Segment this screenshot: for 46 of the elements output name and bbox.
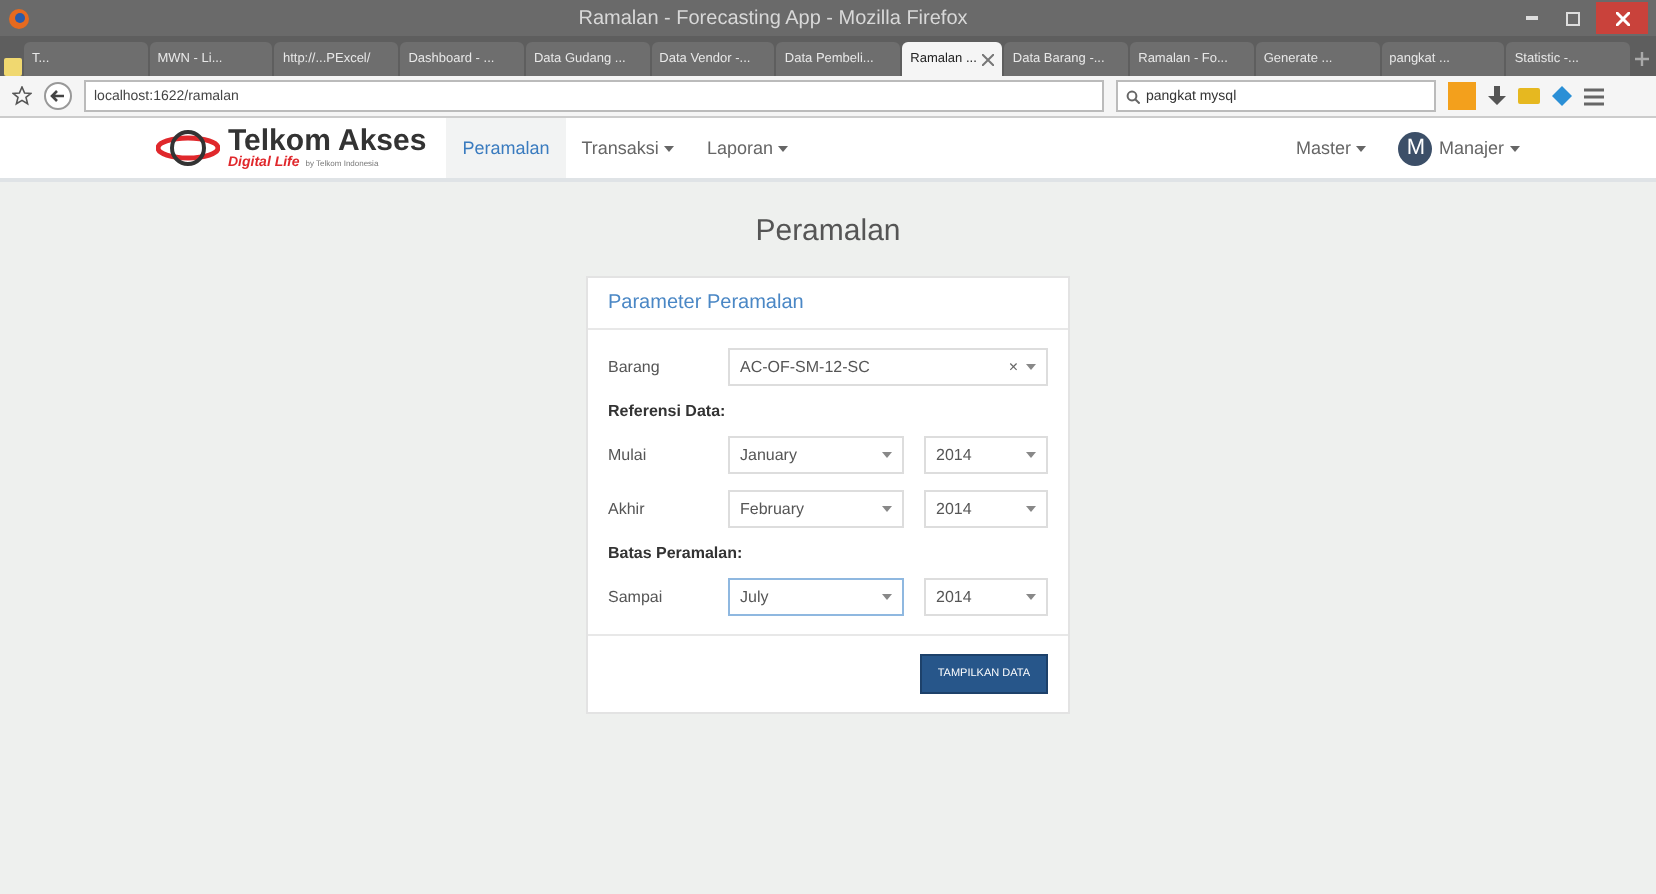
caret-icon: [1026, 594, 1036, 600]
menu-icon[interactable]: [1584, 87, 1604, 105]
brand-name: Telkom Akses: [228, 126, 427, 156]
caret-icon: [882, 594, 892, 600]
user-menu[interactable]: M Manajer: [1382, 118, 1536, 178]
close-icon[interactable]: [982, 53, 995, 65]
nav-link[interactable]: Peramalan: [446, 118, 566, 178]
caret-icon: [882, 506, 892, 512]
user-avatar: M: [1398, 131, 1433, 165]
diamond-icon[interactable]: [1552, 86, 1572, 106]
select-field[interactable]: January: [728, 436, 904, 474]
window-title: Ramalan - Forecasting App - Mozilla Firefox: [576, 7, 970, 29]
nav-link[interactable]: Laporan: [690, 118, 805, 178]
caret-icon: [664, 145, 675, 151]
field-label: Mulai: [608, 446, 649, 464]
card-title: Parameter Peramalan: [588, 278, 1068, 330]
search-icon: [1126, 89, 1140, 103]
select-field[interactable]: February: [728, 490, 904, 528]
browser-logo-icon: [8, 7, 30, 29]
select-field[interactable]: 2014: [924, 490, 1048, 528]
close-button[interactable]: [1596, 2, 1648, 34]
caret-icon: [1510, 145, 1520, 151]
back-icon[interactable]: [44, 82, 72, 110]
select-field[interactable]: 2014: [924, 436, 1048, 474]
caret-icon: [882, 452, 892, 458]
field-label: Sampai: [608, 588, 665, 606]
page-title: Peramalan: [755, 214, 901, 248]
field-label: Akhir: [608, 500, 647, 518]
field-label: Barang: [608, 358, 662, 376]
select-field[interactable]: July: [728, 578, 904, 616]
close-icon: [1615, 11, 1629, 25]
section-label: Batas Peramalan:: [608, 544, 745, 562]
caret-icon: [1026, 452, 1036, 458]
select-field[interactable]: 2014: [924, 578, 1048, 616]
maximize-icon[interactable]: [1565, 11, 1579, 25]
caret-icon: [1356, 145, 1367, 151]
caret-icon: [778, 145, 789, 151]
caret-icon: [1026, 506, 1036, 512]
caret-icon: [1026, 364, 1036, 370]
select-field[interactable]: AC-OF-SM-12-SC ×: [728, 348, 1048, 386]
nav-link[interactable]: Transaksi: [565, 118, 691, 178]
download-icon[interactable]: [1488, 86, 1506, 106]
star-icon[interactable]: [12, 86, 32, 106]
master-menu[interactable]: Master: [1279, 118, 1383, 178]
section-label: Referensi Data:: [608, 402, 728, 420]
logo-icon: [156, 126, 220, 170]
